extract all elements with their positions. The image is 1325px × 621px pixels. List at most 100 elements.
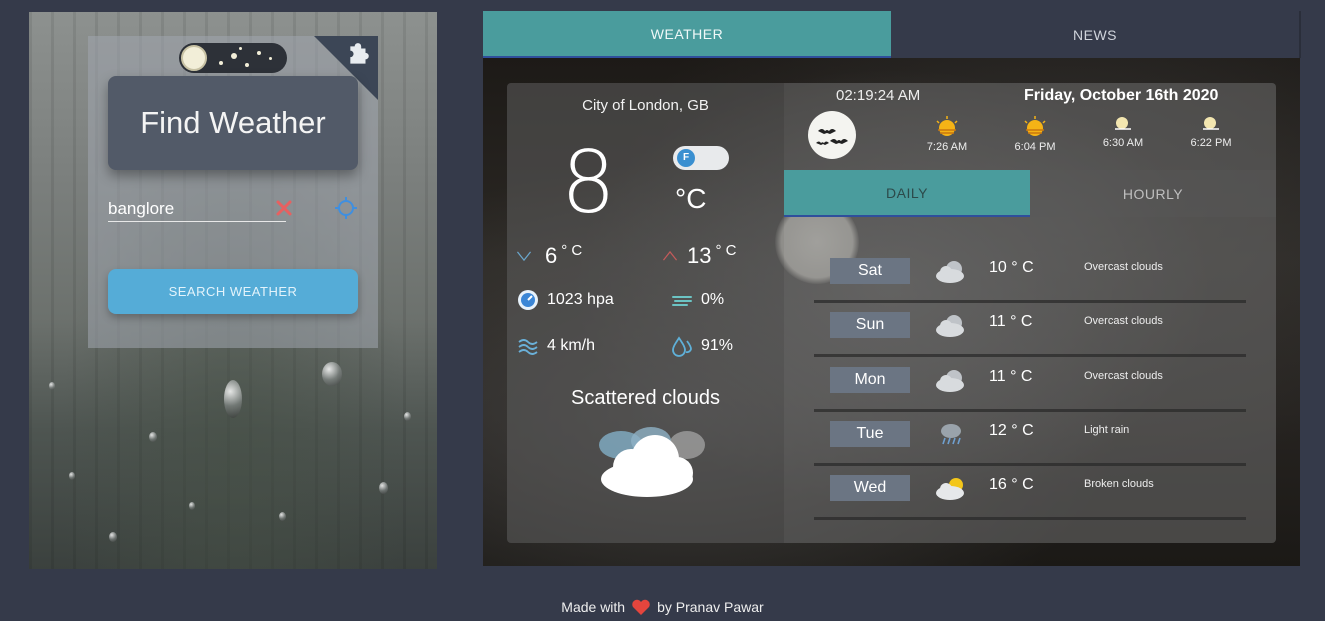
theme-toggle[interactable] (179, 43, 287, 73)
min-temp-unit: ° C (561, 241, 583, 259)
forecast-temp-unit: ° C (1011, 476, 1034, 493)
max-temp-value: 13 (687, 243, 712, 268)
moonset: 6:22 PM (1181, 115, 1241, 149)
weather-display: City of London, GB 8 F °C 6 ° C 13 ° C 1… (483, 58, 1300, 566)
heart-icon (632, 599, 650, 615)
unit-toggle-knob: F (677, 149, 695, 167)
forecast-temp: 16 ° C (989, 476, 1034, 494)
star-icon (231, 53, 237, 59)
cloudiness: 0% (671, 289, 724, 311)
sunrise-icon (936, 116, 958, 136)
forecast-temp-value: 10 (989, 259, 1007, 276)
forecast-temp: 11 ° C (989, 368, 1032, 386)
current-weather-card: City of London, GB 8 F °C 6 ° C 13 ° C 1… (507, 83, 784, 543)
humidity-drops-icon (672, 336, 692, 357)
humidity-value: 91% (701, 337, 734, 354)
search-panel: Find Weather SEARCH WEATHER (29, 12, 437, 569)
moonset-time: 6:22 PM (1190, 137, 1232, 149)
raindrop (279, 512, 286, 521)
footer-author: by Pranav Pawar (657, 599, 764, 615)
forecast-temp-unit: ° C (1010, 368, 1033, 385)
forecast-day: Wed (830, 475, 910, 501)
pressure-value: 1023 hpa (547, 291, 614, 308)
star-icon (269, 57, 272, 60)
max-temp-unit: ° C (715, 241, 737, 259)
city-search-input[interactable] (108, 196, 286, 222)
raindrop (189, 502, 195, 510)
cloudiness-value: 0% (701, 291, 725, 308)
raindrop (149, 432, 157, 442)
arrow-down-icon (516, 251, 532, 262)
current-temperature: 8 (561, 133, 616, 233)
footer-made-with: Made with (561, 599, 626, 615)
main-tab-bar: WEATHER NEWS (483, 11, 1301, 58)
tab-hourly[interactable]: HOURLY (1030, 170, 1276, 217)
forecast-temp: 12 ° C (989, 422, 1034, 440)
search-card: Find Weather SEARCH WEATHER (88, 36, 378, 348)
raindrop (404, 412, 411, 421)
scattered-clouds-icon (599, 427, 705, 497)
forecast-day: Mon (830, 367, 910, 393)
sunset-icon (1024, 116, 1046, 136)
pressure: 1023 hpa (517, 289, 614, 311)
humidity: 91% (671, 335, 733, 357)
search-weather-button[interactable]: SEARCH WEATHER (108, 269, 358, 314)
weather-description: Scattered clouds (571, 387, 720, 409)
star-icon (219, 61, 223, 65)
forecast-temp-value: 12 (989, 422, 1007, 439)
forecast-temp-value: 16 (989, 476, 1007, 493)
forecast-row: Mon 11 ° C Overcast clouds (814, 360, 1246, 412)
pressure-gauge-icon (518, 290, 538, 310)
city-name: City of London, GB (582, 97, 709, 114)
forecast-description: Overcast clouds (1084, 370, 1163, 382)
raindrop (379, 482, 388, 494)
forecast-day: Sat (830, 258, 910, 284)
puzzle-icon[interactable] (346, 42, 372, 68)
sunset-time: 6:04 PM (1014, 141, 1056, 153)
tab-news[interactable]: NEWS (891, 11, 1299, 58)
tab-weather[interactable]: WEATHER (483, 11, 891, 58)
moonset-icon (1203, 117, 1219, 130)
moon-icon (808, 111, 856, 159)
moonrise-icon (1115, 117, 1131, 130)
forecast-temp: 10 ° C (989, 259, 1034, 277)
moonrise-time: 6:30 AM (1102, 137, 1144, 149)
clear-input-button[interactable] (274, 198, 294, 218)
forecast-temp-unit: ° C (1010, 313, 1033, 330)
forecast-description: Overcast clouds (1084, 315, 1163, 327)
sunrise-time: 7:26 AM (926, 141, 968, 153)
footer: Made with by Pranav Pawar (0, 598, 1325, 616)
forecast-description: Light rain (1084, 424, 1130, 436)
close-icon (276, 200, 292, 216)
forecast-day: Tue (830, 421, 910, 447)
arrow-up-icon (662, 250, 678, 261)
wind-icon (518, 339, 538, 355)
sunset: 6:04 PM (1005, 115, 1065, 153)
crosshair-icon (335, 197, 357, 219)
forecast-description: Broken clouds (1084, 478, 1154, 490)
light-rain-icon (941, 424, 961, 445)
forecast-day: Sun (830, 312, 910, 338)
bats-icon (816, 129, 848, 145)
overcast-clouds-icon (936, 261, 964, 283)
find-weather-title: Find Weather (108, 76, 358, 170)
moonrise: 6:30 AM (1093, 115, 1153, 149)
forecast-row: Sun 11 ° C Overcast clouds (814, 305, 1246, 357)
broken-clouds-icon (936, 478, 964, 500)
star-icon (257, 51, 261, 55)
star-icon (239, 47, 242, 50)
current-location-button[interactable] (334, 196, 358, 220)
min-temp-value: 6 (545, 243, 558, 268)
overcast-clouds-icon (936, 315, 964, 337)
min-temperature: 6 ° C (515, 241, 583, 269)
max-temperature: 13 ° C (661, 241, 737, 269)
unit-toggle[interactable]: F (673, 146, 729, 170)
raindrop (69, 472, 75, 480)
forecast-temp-value: 11 (989, 368, 1006, 385)
wind-value: 4 km/h (547, 337, 596, 354)
current-date: Friday, October 16th 2020 (1024, 87, 1219, 104)
tab-daily[interactable]: DAILY (784, 170, 1030, 217)
raindrop (322, 362, 342, 386)
forecast-temp: 11 ° C (989, 313, 1032, 331)
wind: 4 km/h (517, 335, 595, 357)
